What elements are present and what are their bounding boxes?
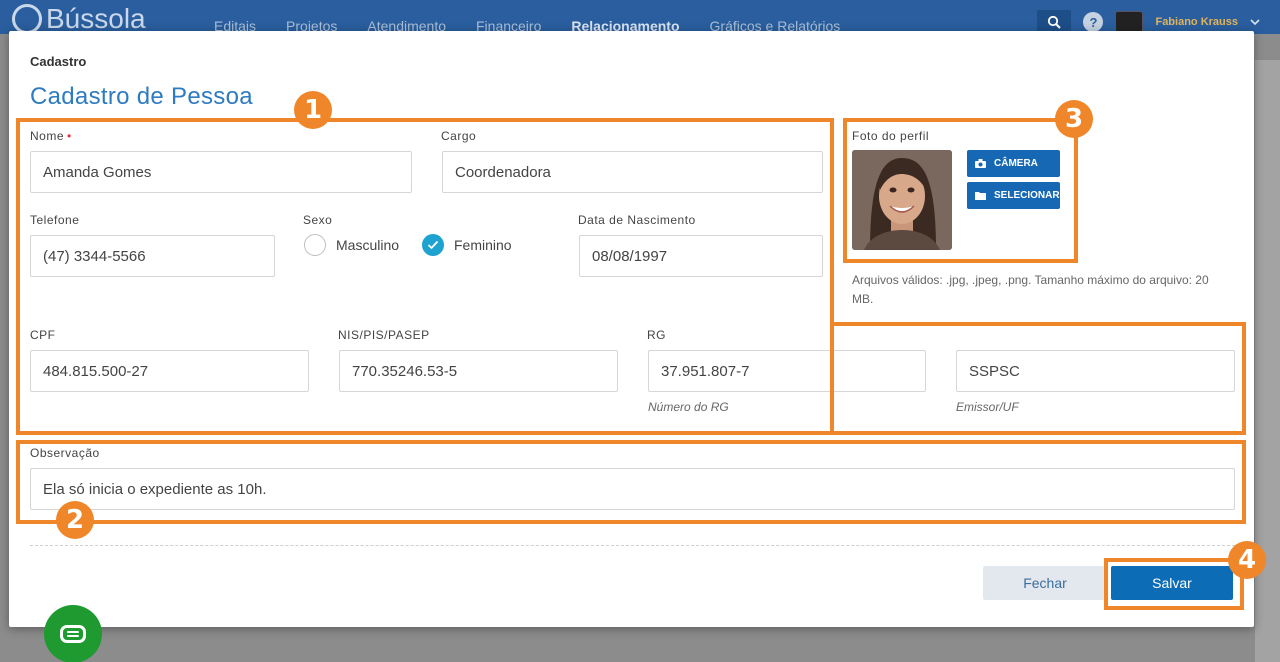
sexo-label: Sexo (303, 213, 333, 227)
telefone-label: Telefone (30, 213, 80, 227)
compass-icon (12, 4, 42, 34)
camera-button[interactable]: CÂMERA (967, 150, 1060, 177)
radio-feminino[interactable]: Feminino (422, 234, 512, 256)
radio-feminino-label: Feminino (454, 237, 512, 253)
camera-button-label: CÂMERA (994, 158, 1038, 169)
app-topbar: Bússola Editais Projetos Atendimento Fin… (0, 0, 1280, 34)
camera-icon (975, 159, 986, 168)
modal-title: Cadastro de Pessoa (30, 83, 253, 110)
cargo-label: Cargo (441, 129, 477, 143)
search-icon (1048, 15, 1062, 29)
nome-label: Nome • (30, 129, 72, 143)
nascimento-input[interactable]: 08/08/1997 (579, 235, 823, 277)
app-logo[interactable]: Bússola (12, 3, 146, 34)
nis-input[interactable]: 770.35246.53-5 (339, 350, 618, 392)
save-button[interactable]: Salvar (1111, 566, 1233, 600)
nis-label: NIS/PIS/PASEP (338, 328, 430, 342)
nome-input[interactable]: Amanda Gomes (30, 151, 412, 193)
file-note: Arquivos válidos: .jpg, .jpeg, .png. Tam… (852, 273, 1209, 306)
observacao-label: Observação (30, 446, 100, 460)
rg-input[interactable]: 37.951.807-7 (648, 350, 926, 392)
callout-badge-2: 2 (56, 501, 94, 539)
radio-masculino-label: Masculino (336, 237, 400, 253)
modal-kicker: Cadastro (30, 54, 87, 69)
callout-badge-4: 4 (1228, 541, 1266, 579)
radio-off-icon[interactable] (304, 234, 326, 256)
cpf-label: CPF (30, 328, 56, 342)
cpf-input[interactable]: 484.815.500-27 (30, 350, 309, 392)
radio-checked-icon[interactable] (422, 234, 444, 256)
callout-badge-1: 1 (294, 91, 332, 129)
user-name[interactable]: Fabiano Krauss (1155, 16, 1238, 28)
chat-button[interactable] (44, 605, 102, 662)
emissor-hint: Emissor/UF (956, 400, 1019, 414)
rg-hint: Número do RG (648, 400, 729, 414)
foto-label: Foto do perfil (852, 129, 930, 143)
chevron-down-icon[interactable] (1250, 18, 1260, 26)
footer-divider (30, 545, 1245, 546)
observacao-input[interactable]: Ela só inicia o expediente as 10h. (30, 468, 1235, 510)
help-icon[interactable]: ? (1083, 12, 1104, 32)
user-avatar[interactable] (1115, 11, 1144, 33)
required-marker: • (67, 129, 72, 143)
chat-bubble-icon (60, 625, 86, 643)
close-button[interactable]: Fechar (983, 566, 1107, 600)
radio-masculino[interactable]: Masculino (304, 234, 399, 256)
rg-label: RG (647, 328, 666, 342)
telefone-input[interactable]: (47) 3344-5566 (30, 235, 275, 277)
person-photo-icon (852, 150, 952, 250)
select-photo-button[interactable]: SELECIONAR (967, 182, 1060, 209)
folder-icon (975, 192, 986, 200)
callout-badge-3: 3 (1055, 100, 1093, 138)
cargo-input[interactable]: Coordenadora (442, 151, 823, 193)
profile-photo (852, 150, 952, 250)
nascimento-label: Data de Nascimento (578, 213, 696, 227)
select-button-label: SELECIONAR (994, 190, 1060, 201)
emissor-input[interactable]: SSPSC (956, 350, 1235, 392)
